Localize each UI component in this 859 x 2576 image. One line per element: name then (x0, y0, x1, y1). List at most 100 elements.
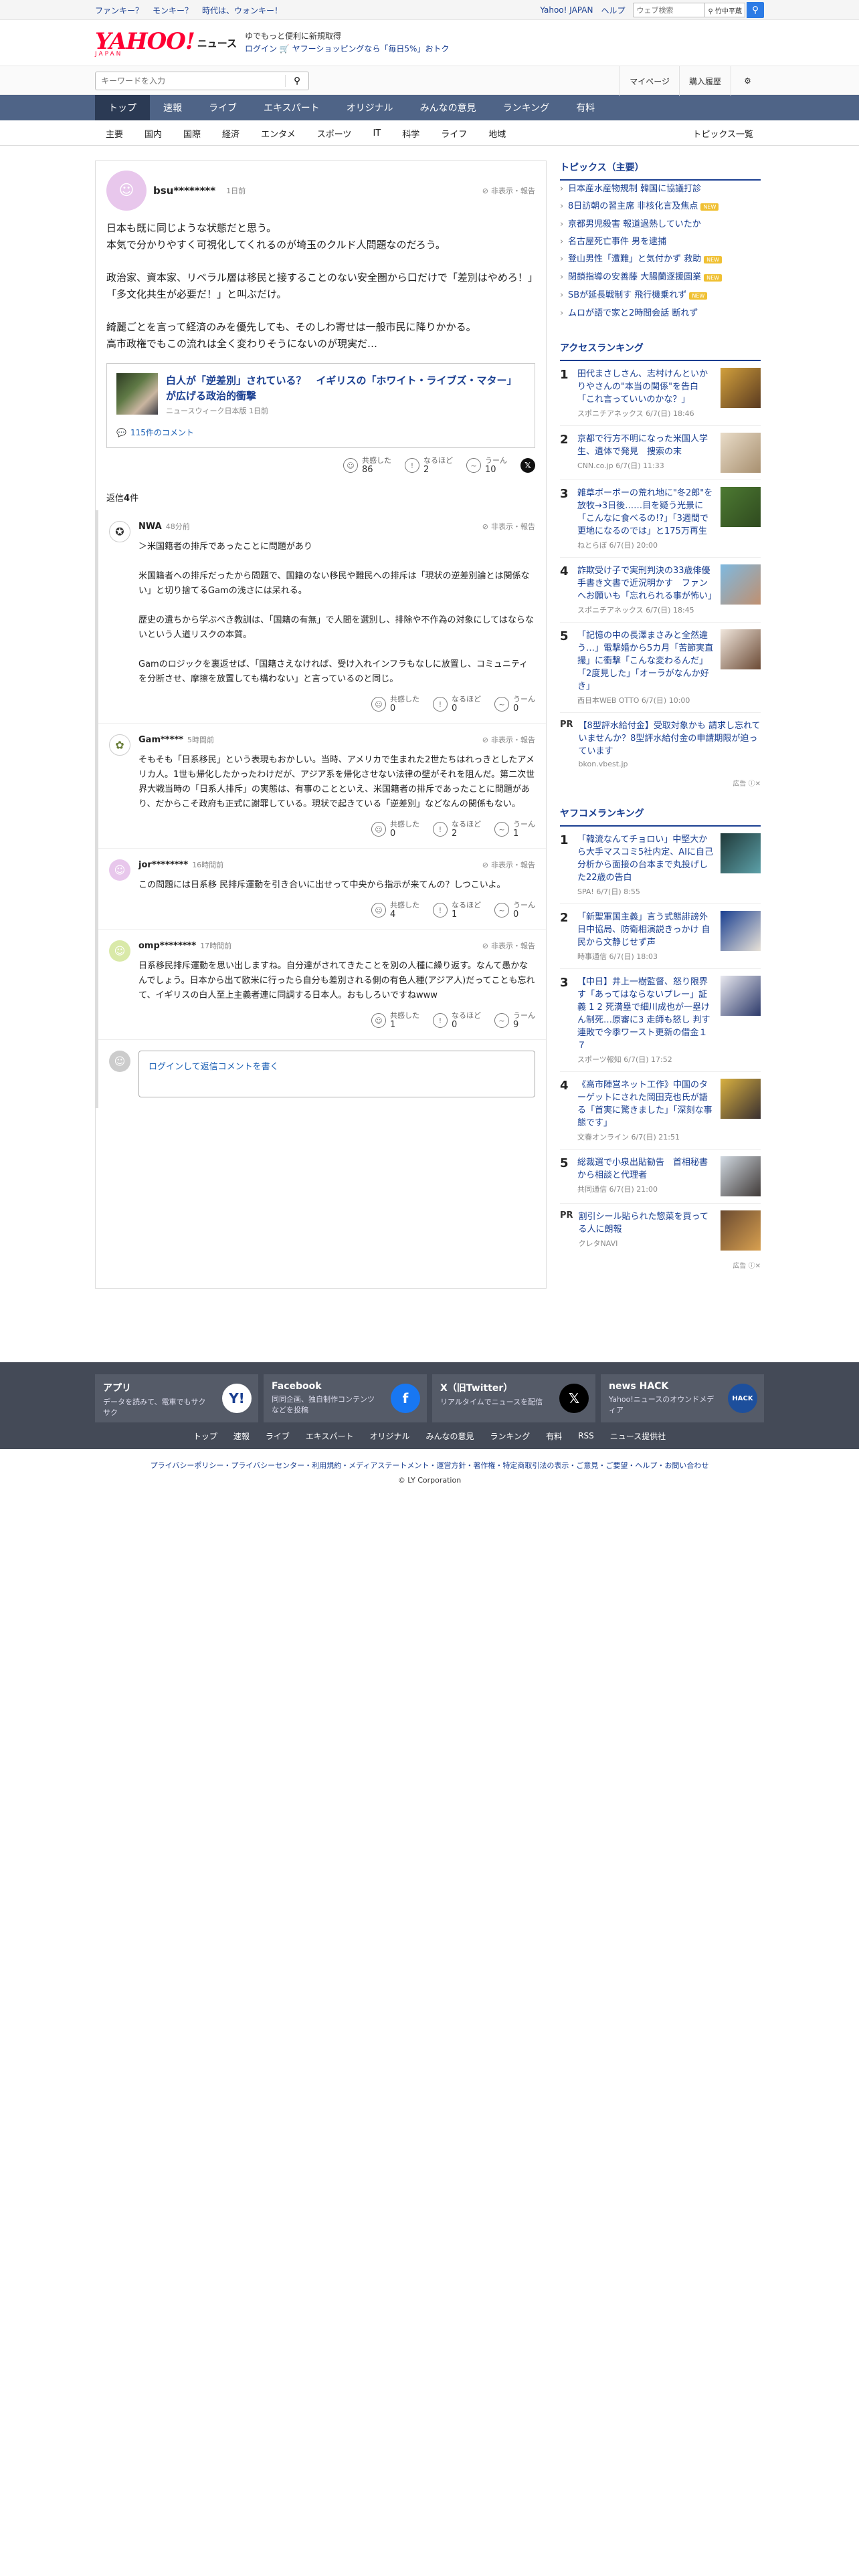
yahoo-news-logo[interactable]: YAHOO! JAPAN ニュース (95, 28, 237, 58)
topic-item[interactable]: 登山男性「遭難」と気付かず 救助NEW (560, 251, 761, 269)
subnav-life[interactable]: ライフ (430, 127, 478, 140)
topic-item[interactable]: 日本産水産物規制 韓国に協議打診 (560, 181, 761, 198)
react-insight[interactable]: ! なるほど 2 (433, 820, 481, 839)
ad-label[interactable]: 広告 ⓘ✕ (560, 778, 761, 788)
subnav-local[interactable]: 地域 (478, 127, 516, 140)
ranking-item[interactable]: 5 「記憶の中の長澤まさみと全然違う…」電撃婚から5カ月「苦節実直撮」に衝撃「こん… (560, 623, 761, 713)
ad-label[interactable]: 広告 ⓘ✕ (560, 1260, 761, 1270)
react-empathy[interactable]: ☺ 共感した 0 (371, 820, 419, 839)
footer-policy-links[interactable]: プライバシーポリシー・プライバシーセンター・利用規約・メディアステートメント・運… (0, 1460, 859, 1471)
ranking-item[interactable]: 1 田代まさしさん、志村けんといかりやさんの"本当の関係"を告白「これ言っていいの… (560, 361, 761, 426)
topic-item[interactable]: ムロが語で家と2時間会話 断れず (560, 305, 761, 322)
footer-nav-original[interactable]: オリジナル (370, 1430, 410, 1442)
ranking-item[interactable]: 2 京都で行方不明になった米国人学生、遺体で発見 捜索の末 CNN.co.jp 6/… (560, 426, 761, 480)
login-link[interactable]: ログイン (245, 44, 277, 53)
footer-x-card[interactable]: X（旧Twitter） リアルタイムでニュースを配信 𝕏 (432, 1374, 595, 1422)
subnav-domestic[interactable]: 国内 (134, 127, 173, 140)
comment-username[interactable]: bsu******** (153, 185, 215, 197)
ranking-item[interactable]: 5 総裁選で小泉出貼勧告 首相秘書から相談と代理者 共同通信 6/7(日) 21:0… (560, 1150, 761, 1204)
react-insight[interactable]: ! なるほど 0 (433, 695, 481, 714)
react-insight[interactable]: ! なるほど 2 (405, 456, 453, 475)
nav-breaking[interactable]: 速報 (150, 95, 195, 120)
subnav-sports[interactable]: スポーツ (306, 127, 363, 140)
react-empathy[interactable]: ☺ 共感した 1 (371, 1011, 419, 1030)
footer-nav-top[interactable]: トップ (193, 1430, 217, 1442)
subnav-international[interactable]: 国際 (173, 127, 211, 140)
article-title[interactable]: 白人が「逆差別」されている？ イギリスの「ホワイト・ライブズ・マター」が広げる政… (166, 373, 525, 404)
react-empathy[interactable]: ☺ 共感した 86 (343, 456, 391, 475)
reply-username[interactable]: jor******** (138, 860, 188, 870)
ranking-item[interactable]: 4 《高市陣営ネット工作》中国のターゲットにされた岡田克也氏が語る「首実に驚きまし… (560, 1072, 761, 1150)
react-insight[interactable]: ! なるほど 0 (433, 1011, 481, 1030)
settings-button[interactable]: ⚙ (731, 66, 764, 96)
footer-newshack-card[interactable]: news HACK Yahoo!ニュースのオウンドメディア HACK (601, 1374, 764, 1422)
react-hmm[interactable]: ~ うーん 9 (494, 1011, 535, 1030)
ranking-item[interactable]: 4 詐欺受け子で実刑判決の33歳俳優 手書き文書で近況明かす ファンへお願いも「忘… (560, 558, 761, 623)
promo-links[interactable]: ファンキー？ モンキー？ 時代は、ウォンキー！ (95, 5, 282, 16)
nav-original[interactable]: オリジナル (333, 95, 407, 120)
report-link[interactable]: ⊘ 非表示・報告 (482, 521, 535, 532)
purchase-history-button[interactable]: 購入履歴 (678, 66, 731, 96)
report-link[interactable]: ⊘ 非表示・報告 (482, 734, 535, 745)
promo-link-3[interactable]: 時代は、ウォンキー！ (202, 5, 282, 16)
promo-link-2[interactable]: モンキー？ (153, 5, 193, 16)
footer-nav-expert[interactable]: エキスパート (306, 1430, 354, 1442)
nav-top[interactable]: トップ (95, 95, 150, 120)
nav-expert[interactable]: エキスパート (250, 95, 333, 120)
nav-ranking[interactable]: ランキング (490, 95, 563, 120)
footer-nav-rss[interactable]: RSS (578, 1431, 594, 1440)
login-link[interactable]: ログイン (149, 1062, 183, 1072)
topic-item[interactable]: 京都男児殺害 報道過熱していたか (560, 216, 761, 233)
reply-username[interactable]: Gam***** (138, 735, 183, 745)
footer-nav-breaking[interactable]: 速報 (233, 1430, 250, 1442)
topics-list-link[interactable]: トピックス一覧 (682, 127, 764, 140)
footer-facebook-card[interactable]: Facebook 同同企画、独自制作コンテンツなどを投稿 f (264, 1374, 427, 1422)
nav-live[interactable]: ライブ (195, 95, 250, 120)
subnav-entertainment[interactable]: エンタメ (250, 127, 306, 140)
footer-nav-providers[interactable]: ニュース提供社 (610, 1430, 666, 1442)
topic-item[interactable]: 閉鎖指導の安善藤 大腸蘭逐援園業NEW (560, 269, 761, 287)
article-card[interactable]: 白人が「逆差別」されている？ イギリスの「ホワイト・ライブズ・マター」が広げる政… (106, 363, 535, 448)
topic-item[interactable]: 名古屋死亡事件 男を逮捕 (560, 233, 761, 251)
react-hmm[interactable]: ~ うーん 1 (494, 820, 535, 839)
topic-item[interactable]: SBが延長戦制す 飛行機乗れずNEW (560, 287, 761, 305)
react-hmm[interactable]: ~ うーん 0 (494, 695, 535, 714)
react-hmm[interactable]: ~ うーん 10 (466, 456, 507, 475)
mypage-button[interactable]: マイページ (619, 66, 679, 96)
footer-nav-ranking[interactable]: ランキング (490, 1430, 531, 1442)
react-hmm[interactable]: ~ うーん 0 (494, 901, 535, 920)
promo-link-1[interactable]: ファンキー？ (95, 5, 143, 16)
subnav-science[interactable]: 科学 (391, 127, 430, 140)
help-link[interactable]: ヘルプ (601, 5, 625, 16)
reply-username[interactable]: NWA (138, 522, 162, 532)
footer-nav-live[interactable]: ライブ (266, 1430, 290, 1442)
reply-username[interactable]: omp******** (138, 941, 196, 951)
x-share-icon[interactable]: 𝕏 (520, 458, 535, 473)
footer-app-card[interactable]: アプリ データを読みて、電車でもサクサク Y! (95, 1374, 258, 1422)
ranking-item[interactable]: 3 雑草ボーボーの荒れ地に"冬2郎"を放牧→3日後……目を疑う光景に「こんなに食べ… (560, 480, 761, 558)
article-comments-link[interactable]: 💬 115件のコメント (116, 427, 525, 438)
web-search-input[interactable] (633, 3, 706, 17)
react-insight[interactable]: ! なるほど 1 (433, 901, 481, 920)
web-search-button[interactable]: ⚲ (747, 2, 764, 18)
ranking-item[interactable]: 3 【中日】井上一樹監督、怒り限界す「あってはならないプレー」証義 1 2 死満塁… (560, 969, 761, 1072)
pr-item[interactable]: PR 【8型評水給付金】受取対象かも 請求し忘れていませんか？8型評水給付金の申請… (560, 713, 761, 775)
reply-input[interactable]: ログインして返信コメントを書く (138, 1051, 535, 1097)
ranking-item[interactable]: 1 「韓流なんてチョロい」中堅大から大手マスコミ5社内定、AIに自己分析から面接の… (560, 827, 761, 904)
footer-nav-paid[interactable]: 有料 (546, 1430, 562, 1442)
pr-item[interactable]: PR 割引シール貼られた惣菜を買ってる人に朗報 クレタNAVI (560, 1204, 761, 1257)
topic-item[interactable]: 8日訪朝の習主席 非核化言及焦点NEW (560, 198, 761, 216)
report-link[interactable]: ⊘ 非表示・報告 (482, 940, 535, 951)
footer-nav-opinions[interactable]: みんなの意見 (426, 1430, 474, 1442)
news-search-button[interactable]: ⚲ (286, 72, 308, 90)
report-link[interactable]: ⊘ 非表示・報告 (482, 185, 535, 196)
header-promo-line2[interactable]: ヤフーショッピングなら「毎日5%」おトク (292, 44, 450, 53)
react-empathy[interactable]: ☺ 共感した 0 (371, 695, 419, 714)
ranking-item[interactable]: 2 「新聖軍国主義」言う式態誹謗外日中協局、防衛相演説きっかけ 自民から文静じせず… (560, 904, 761, 969)
subnav-it[interactable]: IT (362, 128, 391, 138)
report-link[interactable]: ⊘ 非表示・報告 (482, 859, 535, 870)
subnav-economy[interactable]: 経済 (211, 127, 250, 140)
web-search-keyword[interactable]: ⚲ 竹中平蔵 (705, 3, 745, 17)
yahoo-japan-link[interactable]: Yahoo! JAPAN (540, 5, 593, 15)
subnav-main[interactable]: 主要 (95, 127, 134, 140)
